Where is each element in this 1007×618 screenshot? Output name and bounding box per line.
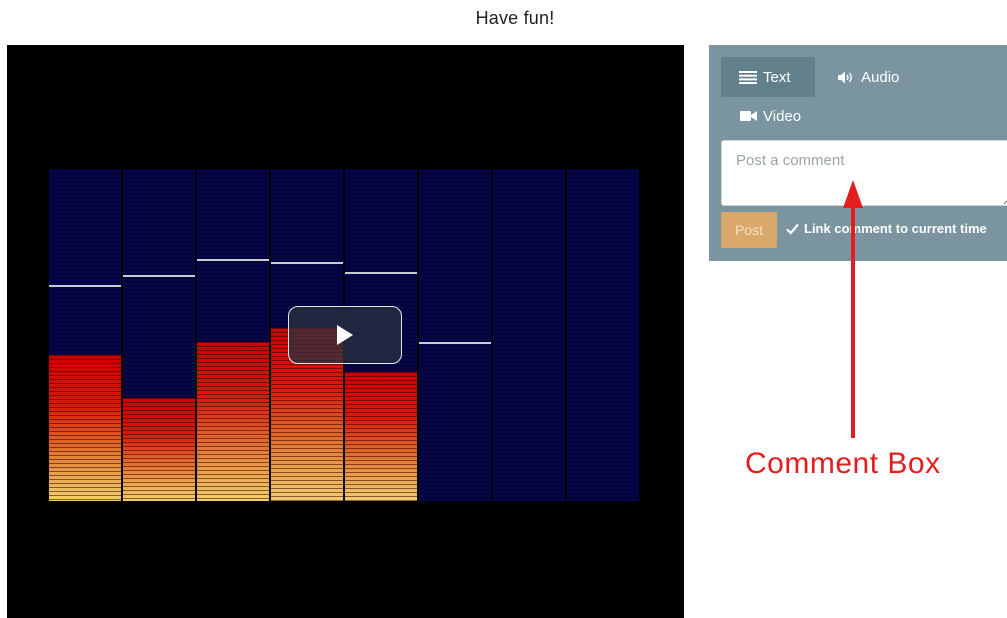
visualizer-peak [123, 275, 195, 277]
visualizer-bar [123, 169, 195, 501]
tab-video[interactable]: Video [740, 96, 801, 136]
visualizer-peak [197, 259, 269, 261]
tab-text-label: Text [763, 68, 791, 86]
speaker-icon [838, 71, 852, 83]
visualizer-bar [493, 169, 565, 501]
video-camera-icon [740, 111, 757, 121]
visualizer-bar [567, 169, 639, 501]
visualizer-level [197, 342, 269, 501]
visualizer-peak [419, 342, 491, 344]
play-icon [337, 325, 353, 345]
visualizer-bar [419, 169, 491, 501]
tab-text[interactable]: Text [721, 57, 815, 97]
link-time-checkbox[interactable]: Link comment to current time [786, 221, 987, 236]
visualizer-level [123, 398, 195, 501]
visualizer-level [345, 372, 417, 501]
visualizer-level [49, 355, 121, 501]
list-icon [739, 70, 757, 84]
video-player[interactable] [7, 45, 684, 618]
post-button[interactable]: Post [721, 212, 777, 248]
tab-audio[interactable]: Audio [838, 57, 899, 97]
visualizer-bar [197, 169, 269, 501]
tab-audio-label: Audio [861, 68, 900, 86]
link-time-label: Link comment to current time [804, 221, 987, 236]
visualizer-peak [271, 262, 343, 264]
visualizer-peak [49, 285, 121, 287]
visualizer-peak [345, 272, 417, 274]
tab-video-label: Video [763, 107, 802, 125]
checkmark-icon[interactable] [786, 222, 799, 235]
annotation-arrow [843, 180, 863, 438]
visualizer-bar [49, 169, 121, 501]
play-button[interactable] [288, 306, 402, 364]
page-title: Have fun! [475, 8, 555, 28]
annotation-label: Comment Box [745, 447, 941, 480]
